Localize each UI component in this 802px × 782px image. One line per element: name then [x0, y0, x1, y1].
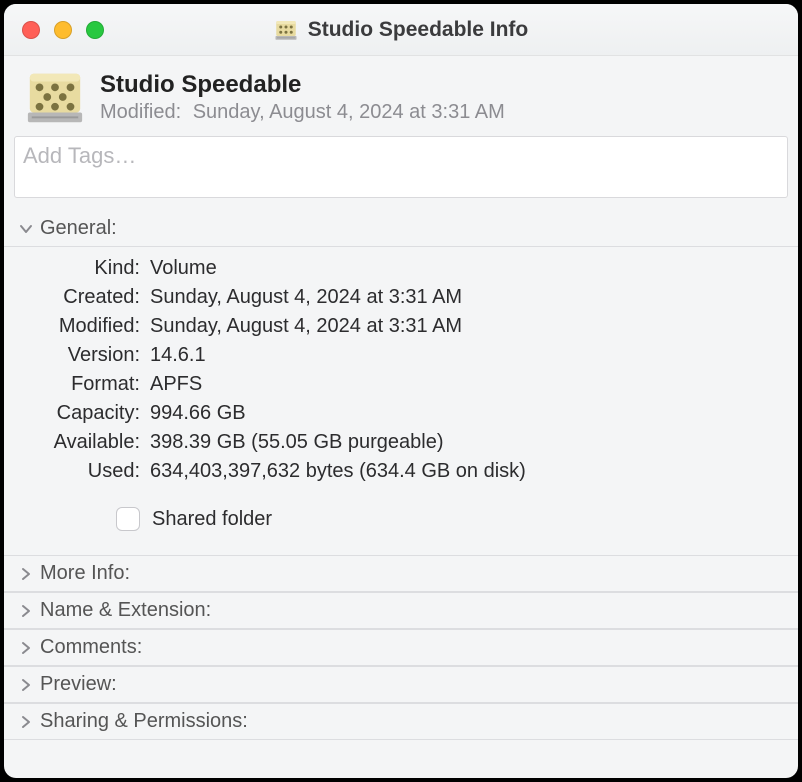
drive-icon — [24, 66, 86, 128]
header: Studio Speedable Modified: Sunday, Augus… — [4, 56, 798, 136]
minimize-window-button[interactable] — [54, 21, 72, 39]
version-value: 14.6.1 — [150, 344, 782, 367]
format-value: APFS — [150, 373, 782, 396]
chevron-right-icon — [18, 640, 34, 656]
used-label: Used: — [20, 460, 140, 483]
close-window-button[interactable] — [22, 21, 40, 39]
available-value: 398.39 GB (55.05 GB purgeable) — [150, 431, 782, 454]
format-label: Format: — [20, 373, 140, 396]
titlebar: Studio Speedable Info — [4, 4, 798, 56]
section-sharing-header[interactable]: Sharing & Permissions: — [4, 703, 798, 740]
chevron-right-icon — [18, 677, 34, 693]
shared-folder-row: Shared folder — [116, 507, 782, 531]
modified-line: Modified: Sunday, August 4, 2024 at 3:31… — [100, 101, 505, 124]
section-general-title: General: — [40, 217, 117, 240]
section-preview-header[interactable]: Preview: — [4, 666, 798, 703]
modified-label: Modified: — [20, 315, 140, 338]
zoom-window-button[interactable] — [86, 21, 104, 39]
section-more-info-title: More Info: — [40, 562, 130, 585]
header-text: Studio Speedable Modified: Sunday, Augus… — [100, 71, 505, 124]
section-comments-title: Comments: — [40, 636, 142, 659]
modified-value: Sunday, August 4, 2024 at 3:31 AM — [150, 315, 782, 338]
available-label: Available: — [20, 431, 140, 454]
section-more-info-header[interactable]: More Info: — [4, 555, 798, 592]
kind-value: Volume — [150, 257, 782, 280]
section-sharing-title: Sharing & Permissions: — [40, 710, 248, 733]
chevron-right-icon — [18, 714, 34, 730]
modified-label: Modified: — [100, 101, 181, 123]
section-preview-title: Preview: — [40, 673, 117, 696]
section-comments-header[interactable]: Comments: — [4, 629, 798, 666]
chevron-down-icon — [18, 221, 34, 237]
section-general-body: Kind: Volume Created: Sunday, August 4, … — [4, 247, 798, 555]
window-controls — [22, 21, 104, 39]
created-value: Sunday, August 4, 2024 at 3:31 AM — [150, 286, 782, 309]
shared-folder-checkbox[interactable] — [116, 507, 140, 531]
created-label: Created: — [20, 286, 140, 309]
info-window: Studio Speedable Info Studio Speedable M… — [4, 4, 798, 778]
capacity-label: Capacity: — [20, 402, 140, 425]
kind-label: Kind: — [20, 257, 140, 280]
version-label: Version: — [20, 344, 140, 367]
drive-icon — [274, 18, 298, 42]
chevron-right-icon — [18, 566, 34, 582]
modified-value: Sunday, August 4, 2024 at 3:31 AM — [193, 101, 505, 123]
capacity-value: 994.66 GB — [150, 402, 782, 425]
tags-input[interactable] — [14, 136, 788, 198]
sections: General: Kind: Volume Created: Sunday, A… — [4, 211, 798, 778]
chevron-right-icon — [18, 603, 34, 619]
shared-folder-label: Shared folder — [152, 508, 272, 531]
section-general-header[interactable]: General: — [4, 211, 798, 247]
section-name-ext-title: Name & Extension: — [40, 599, 211, 622]
tags-wrap — [4, 136, 798, 211]
used-value: 634,403,397,632 bytes (634.4 GB on disk) — [150, 460, 782, 483]
item-name: Studio Speedable — [100, 71, 505, 99]
title-center: Studio Speedable Info — [4, 18, 798, 42]
section-name-ext-header[interactable]: Name & Extension: — [4, 592, 798, 629]
window-title: Studio Speedable Info — [308, 18, 529, 42]
